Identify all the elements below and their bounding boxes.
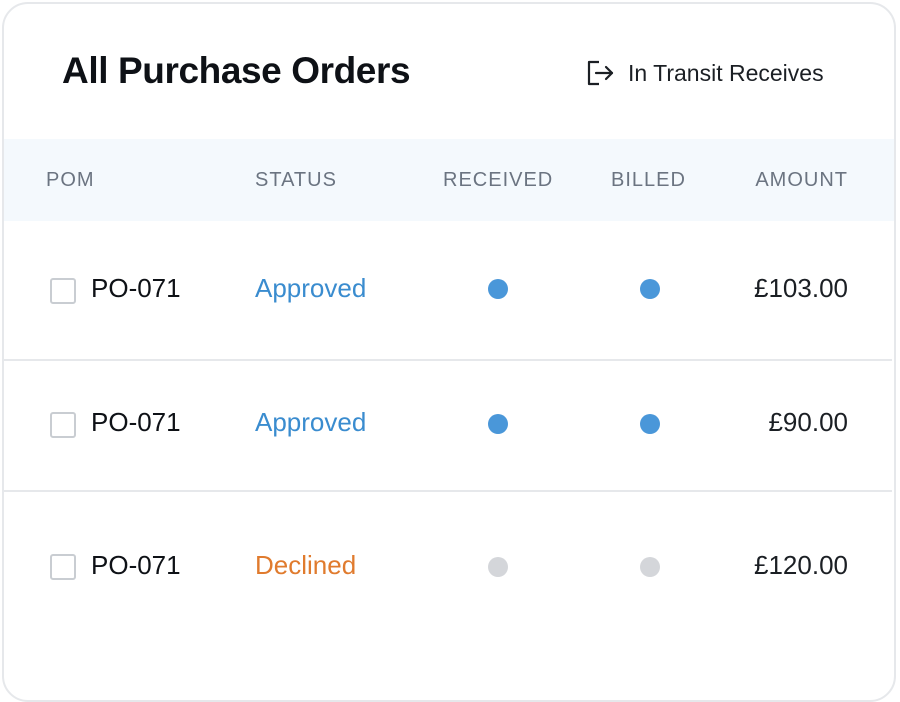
column-header-pom[interactable]: POM — [46, 139, 95, 221]
amount-value: £120.00 — [754, 550, 848, 580]
purchase-orders-card: All Purchase Orders In Transit Receives … — [2, 2, 896, 702]
column-header-billed[interactable]: BILLED — [611, 139, 686, 221]
table-header: POM STATUS RECEIVED BILLED AMOUNT — [4, 139, 894, 221]
row-checkbox[interactable] — [50, 278, 76, 304]
status-label: Approved — [255, 407, 367, 437]
table-row[interactable]: PO-071 Approved £103.00 — [4, 221, 894, 361]
po-number[interactable]: PO-071 — [91, 407, 181, 438]
billed-indicator — [640, 557, 660, 577]
received-indicator — [488, 279, 508, 299]
amount-value: £90.00 — [768, 407, 848, 437]
column-header-status[interactable]: STATUS — [255, 139, 337, 221]
amount-value: £103.00 — [754, 273, 848, 303]
billed-indicator — [640, 279, 660, 299]
row-checkbox[interactable] — [50, 412, 76, 438]
sign-out-icon — [584, 57, 616, 89]
in-transit-receives-label: In Transit Receives — [628, 59, 824, 86]
row-checkbox[interactable] — [50, 554, 76, 580]
column-header-received[interactable]: RECEIVED — [443, 139, 553, 221]
column-header-amount[interactable]: AMOUNT — [755, 139, 848, 221]
row-divider — [4, 490, 892, 492]
po-number[interactable]: PO-071 — [91, 550, 181, 581]
page-title: All Purchase Orders — [62, 50, 411, 91]
table-row[interactable]: PO-071 Declined £120.00 — [4, 494, 894, 634]
billed-indicator — [640, 414, 660, 434]
po-number[interactable]: PO-071 — [91, 273, 181, 304]
status-label: Declined — [255, 550, 357, 580]
table-row[interactable]: PO-071 Approved £90.00 — [4, 352, 894, 492]
received-indicator — [488, 414, 508, 434]
received-indicator — [488, 557, 508, 577]
in-transit-receives-link[interactable]: In Transit Receives — [584, 56, 824, 90]
status-label: Approved — [255, 273, 367, 303]
